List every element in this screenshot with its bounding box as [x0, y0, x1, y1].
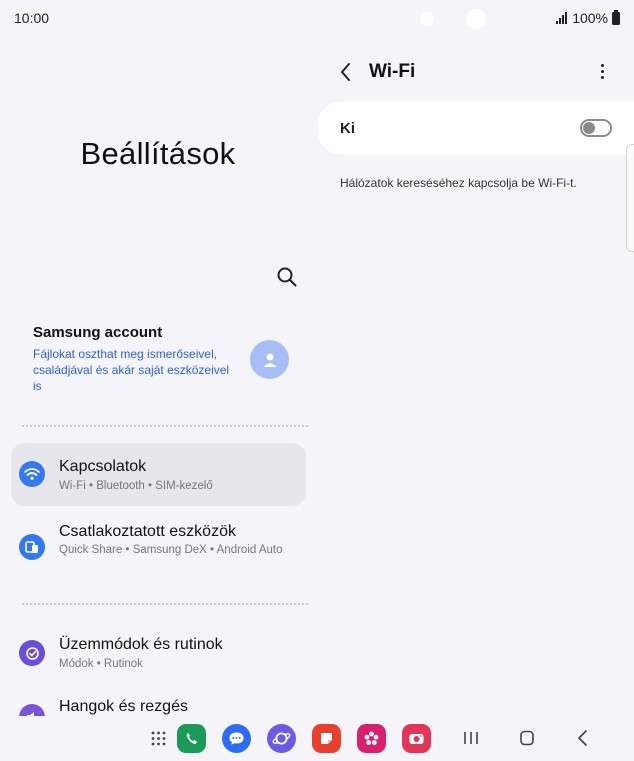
sound-icon	[19, 704, 45, 716]
signal-icon	[556, 12, 568, 24]
wifi-icon	[19, 461, 45, 487]
status-time: 10:00	[14, 10, 50, 26]
menu-item-title: Üzemmódok és rutinok	[59, 636, 223, 653]
wifi-toggle-row[interactable]: Ki	[318, 102, 634, 154]
status-right: 100%	[556, 9, 620, 26]
edge-panel-handle[interactable]	[626, 144, 634, 252]
apps-grid-icon[interactable]	[144, 724, 173, 753]
phone-icon[interactable]	[177, 724, 206, 753]
recents-icon[interactable]	[462, 728, 480, 748]
taskbar	[0, 716, 634, 761]
account-name: Samsung account	[33, 324, 163, 341]
battery-icon	[612, 9, 620, 25]
back-icon[interactable]	[575, 728, 591, 748]
wifi-toggle-label: Ki	[340, 120, 355, 137]
camera-dot	[466, 9, 486, 29]
battery-text: 100%	[572, 10, 608, 26]
menu-item-subtitle: Wi-Fi • Bluetooth • SIM-kezelő	[59, 480, 213, 492]
menu-item-connected-devices[interactable]: Csatlakoztatott eszközök Quick Share • S…	[11, 514, 306, 584]
menu-item-subtitle: Módok • Rutinok	[59, 658, 143, 670]
home-icon[interactable]	[516, 728, 538, 748]
menu-item-subtitle: Quick Share • Samsung DeX • Android Auto	[59, 544, 283, 556]
back-arrow-icon[interactable]	[338, 62, 354, 82]
menu-item-title: Csatlakoztatott eszközök	[59, 523, 236, 540]
divider	[22, 603, 308, 605]
menu-item-title: Kapcsolatok	[59, 458, 147, 475]
divider	[22, 425, 308, 427]
wifi-title: Wi-Fi	[369, 61, 416, 82]
camera-icon[interactable]	[402, 724, 431, 753]
wifi-panel: Wi-Fi Ki Hálózatok kereséséhez kapcsolja…	[316, 36, 634, 716]
page-title: Beállítások	[80, 136, 236, 171]
wifi-hint: Hálózatok kereséséhez kapcsolja be Wi-Fi…	[340, 176, 577, 190]
menu-item-sounds[interactable]: Hangok és rezgés	[11, 688, 306, 716]
search-icon[interactable]	[276, 266, 298, 288]
menu-item-title: Hangok és rezgés	[59, 698, 188, 715]
messages-icon[interactable]	[222, 724, 251, 753]
more-options-icon[interactable]	[598, 64, 606, 82]
status-bar: 10:00 100%	[0, 0, 634, 36]
internet-icon[interactable]	[267, 724, 296, 753]
person-icon	[263, 353, 276, 367]
menu-item-modes-routines[interactable]: Üzemmódok és rutinok Módok • Rutinok	[11, 624, 306, 680]
modes-icon	[19, 640, 45, 666]
toggle-knob	[583, 122, 595, 134]
notes-icon[interactable]	[312, 724, 341, 753]
settings-panel: Beállítások Samsung account Fájlokat osz…	[0, 36, 316, 716]
devices-icon	[19, 534, 45, 560]
account-description: Fájlokat oszthat meg ismerőseivel, csalá…	[33, 347, 230, 393]
menu-item-connections[interactable]: Kapcsolatok Wi-Fi • Bluetooth • SIM-keze…	[11, 443, 306, 506]
wifi-toggle-switch[interactable]	[580, 119, 612, 137]
avatar[interactable]	[250, 340, 289, 379]
camera-dot-small	[420, 12, 434, 26]
gallery-icon[interactable]	[357, 724, 386, 753]
